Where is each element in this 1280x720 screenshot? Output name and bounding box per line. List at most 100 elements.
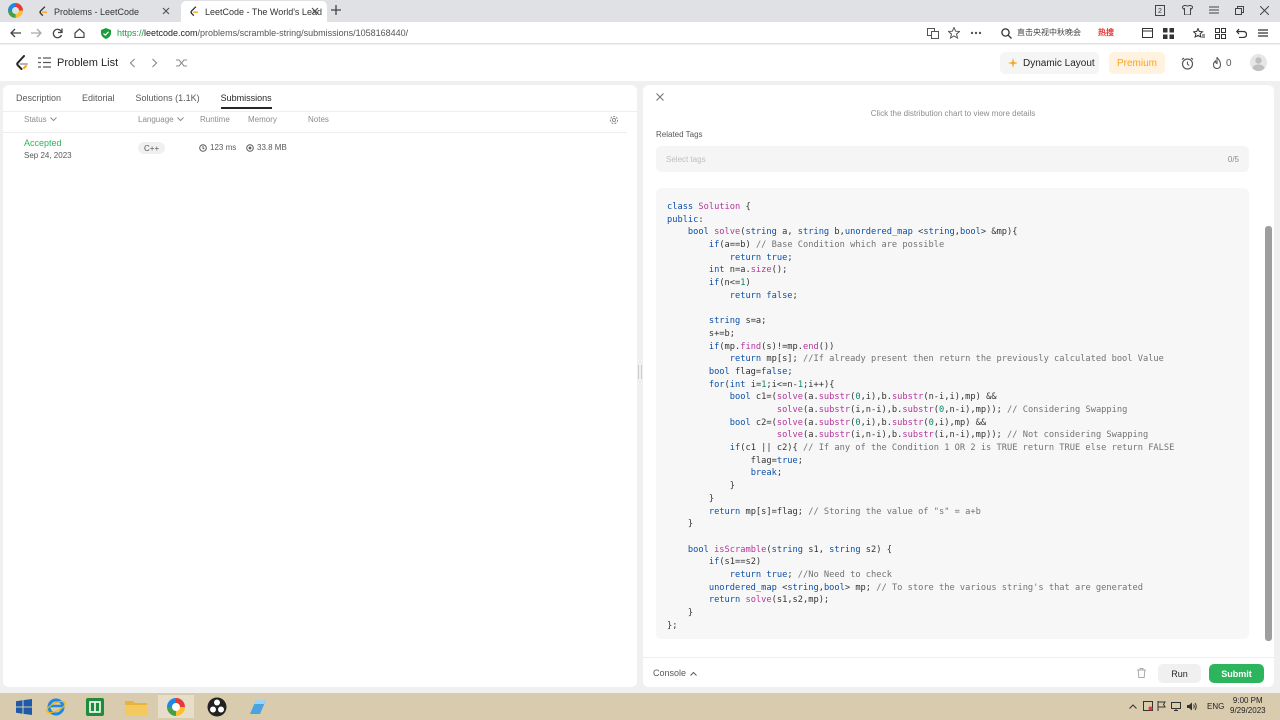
browser-taskbar-icon[interactable] [158, 695, 194, 718]
tray-up-arrow-icon[interactable] [1128, 701, 1138, 711]
close-window-icon[interactable] [1257, 3, 1271, 17]
code-line: if(s1==s2) [708, 557, 762, 568]
tabs-divider [3, 111, 637, 112]
left-panel: Description Editorial Solutions (1.1K) S… [3, 85, 637, 687]
alarm-clock-icon[interactable] [1180, 56, 1194, 70]
tray-flag-icon[interactable] [1157, 701, 1167, 711]
console-label: Console [653, 668, 687, 678]
prev-problem-icon[interactable] [126, 57, 138, 69]
memory-column-header: Memory [248, 115, 277, 124]
taskbar: ENG 9:00 PM 9/29/2023 [0, 693, 1280, 720]
panel-resize-handle[interactable] [638, 365, 642, 379]
app-green-icon[interactable] [77, 695, 113, 718]
apps-grid-icon[interactable] [1162, 27, 1174, 39]
reload-icon[interactable] [50, 26, 64, 40]
app-blue-icon[interactable] [240, 695, 276, 718]
clock-icon [199, 143, 207, 152]
browser-menu-icon[interactable] [1257, 27, 1269, 39]
tray-network-icon[interactable] [1171, 701, 1181, 711]
tab-description[interactable]: Description [16, 93, 61, 103]
tab-editorial[interactable]: Editorial [82, 93, 115, 103]
back-icon[interactable] [8, 26, 22, 40]
undo-icon[interactable] [1235, 27, 1247, 39]
next-problem-icon[interactable] [148, 57, 160, 69]
runtime-column-label: Runtime [200, 115, 230, 124]
shuffle-icon[interactable] [175, 57, 187, 69]
console-toggle-button[interactable]: Console [653, 668, 697, 678]
more-icon[interactable] [970, 27, 982, 39]
obs-icon[interactable] [199, 695, 235, 718]
code-line: if(c1 || c2){ // If any of the Condition… [729, 443, 1175, 454]
tray-clock[interactable]: 9:00 PM 9/29/2023 [1230, 696, 1266, 716]
submission-status[interactable]: Accepted [24, 138, 62, 148]
leetcode-logo-icon[interactable] [15, 55, 29, 71]
dynamic-layout-button[interactable]: Dynamic Layout [1000, 52, 1099, 74]
home-icon[interactable] [72, 26, 86, 40]
search-icon[interactable] [1000, 27, 1012, 39]
internet-explorer-icon[interactable] [38, 695, 74, 718]
search-hint[interactable]: 直击央视中秋晚会 [1017, 27, 1081, 38]
submission-memory: 33.8 MB [246, 143, 287, 152]
code-viewer[interactable]: class Solution {public: bool solve(strin… [656, 188, 1249, 639]
bookmark-star-icon[interactable] [948, 27, 960, 39]
premium-button[interactable]: Premium [1109, 52, 1165, 74]
right-panel: Click the distribution chart to view mor… [643, 85, 1274, 687]
code-line: bool c1=(solve(a.substr(0,i),b.substr(n-… [729, 392, 997, 403]
runtime-value: 123 ms [210, 143, 237, 152]
tray-volume-icon[interactable] [1187, 701, 1197, 711]
url-field[interactable]: https:// leetcode.com /problems/scramble… [100, 25, 990, 41]
url-protocol: https:// [117, 28, 145, 38]
file-explorer-icon[interactable] [118, 695, 154, 718]
restore-window-icon[interactable] [1232, 3, 1246, 17]
status-column-label: Status [24, 115, 47, 124]
code-line: solve(a.substr(i,n-i),b.substr(i,n-i),mp… [776, 430, 1149, 441]
code-line: bool flag=false; [708, 366, 793, 377]
tab-title: LeetCode - The World's Lead [205, 6, 322, 17]
new-tab-icon[interactable] [329, 3, 343, 17]
leetcode-favicon-icon [189, 6, 200, 17]
browser-tab-leetcode[interactable]: LeetCode - The World's Lead [181, 1, 327, 22]
tags-select-input[interactable]: Select tags 0/5 [656, 146, 1249, 172]
language-column-filter[interactable]: Language [138, 115, 185, 124]
page-scrollbar[interactable] [1265, 226, 1272, 641]
forward-icon[interactable] [29, 26, 43, 40]
shirt-icon[interactable] [1180, 3, 1194, 17]
tray-language[interactable]: ENG [1207, 702, 1224, 711]
code-line: return false; [729, 290, 798, 301]
browser-logo-icon[interactable] [8, 3, 23, 18]
code-line: }; [667, 620, 678, 631]
translate-icon[interactable] [927, 27, 939, 39]
leetcode-header: Problem List Dynamic Layout Premium 0 [0, 45, 1280, 81]
svg-text:2: 2 [1158, 8, 1162, 15]
streak-counter[interactable]: 0 [1211, 57, 1232, 69]
browser-tab-problems[interactable]: Problems - LeetCode [30, 1, 178, 22]
extension-screen-icon[interactable] [1141, 27, 1153, 39]
downloads-icon[interactable] [1214, 27, 1226, 39]
submit-button[interactable]: Submit [1209, 664, 1264, 683]
profile-icon[interactable]: 2 [1153, 3, 1167, 17]
windows-start-button[interactable] [6, 695, 42, 718]
hot-search-badge[interactable]: 热搜 [1098, 27, 1114, 38]
tab-solutions[interactable]: Solutions (1.1K) [136, 93, 200, 103]
trash-icon[interactable] [1136, 668, 1146, 678]
status-column-filter[interactable]: Status [24, 115, 58, 124]
close-tab-icon[interactable] [160, 5, 172, 17]
close-tab-icon[interactable] [309, 5, 321, 17]
gear-icon[interactable] [608, 114, 619, 125]
tray-app-icon[interactable] [1143, 701, 1153, 711]
close-icon[interactable] [655, 92, 665, 102]
run-button[interactable]: Run [1158, 664, 1201, 683]
problem-list-button[interactable]: Problem List [38, 56, 118, 69]
code-line: return true; //No Need to check [729, 569, 892, 580]
favorites-icon[interactable] [1193, 27, 1205, 39]
code-line: } [667, 519, 694, 530]
tray-date: 9/29/2023 [1230, 706, 1266, 715]
tags-placeholder: Select tags [666, 154, 706, 164]
avatar[interactable] [1250, 54, 1267, 71]
tab-submissions[interactable]: Submissions [220, 93, 272, 109]
code-line: } [667, 608, 694, 618]
problem-list-label: Problem List [57, 56, 119, 69]
code-line: bool solve(string a, string b,unordered_… [687, 227, 1018, 238]
menu-icon[interactable] [1207, 3, 1221, 17]
